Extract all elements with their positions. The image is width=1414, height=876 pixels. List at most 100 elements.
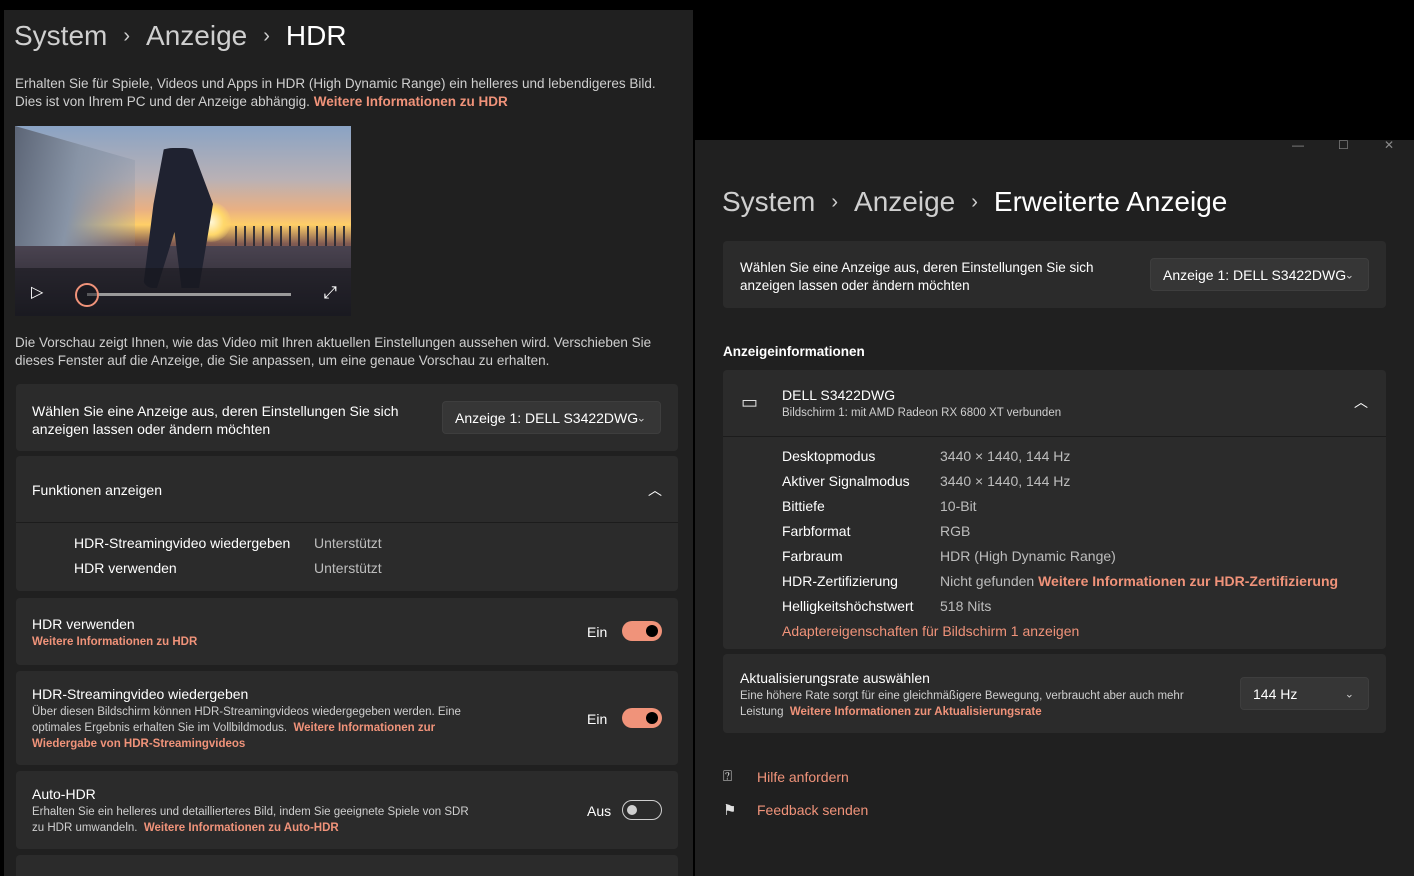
hdr-streaming-card: HDR-Streamingvideo wiedergeben Über dies… (16, 671, 678, 765)
play-icon[interactable]: ▷ (31, 282, 43, 302)
preview-desc-line2: dieses Fenster auf die Anzeige, die Sie … (15, 353, 550, 368)
info-value-text: Nicht gefunden (940, 573, 1035, 589)
info-row: Aktiver Signalmodus (782, 473, 910, 489)
hdr-video-preview: ▷ ⤢ (15, 126, 351, 316)
use-hdr-card: HDR verwenden Weitere Informationen zu H… (16, 598, 678, 665)
info-value-text: HDR (High Dynamic Range) (940, 548, 1116, 564)
minimize-button[interactable]: — (1292, 140, 1304, 152)
streaming-info-link-1[interactable]: Weitere Informationen zur (293, 722, 435, 734)
auto-hdr-title: Auto-HDR (32, 786, 96, 802)
select-display-line1: Wählen Sie eine Anzeige aus, deren Einst… (32, 403, 399, 419)
info-value: 10-Bit (940, 498, 977, 514)
chevron-up-icon[interactable]: ︿ (1354, 392, 1368, 412)
info-row: HDR-Zertifizierung (782, 573, 898, 589)
display-info-heading: Anzeigeinformationen (723, 344, 865, 359)
chevron-down-icon: ⌄ (1344, 688, 1354, 700)
close-button[interactable]: ✕ (1384, 140, 1394, 152)
info-label: Farbraum (782, 548, 843, 564)
streaming-state: Ein (587, 711, 608, 727)
hdr-certification-link[interactable]: Weitere Informationen zur HDR-Zertifizie… (1038, 573, 1338, 589)
breadcrumb-separator: › (263, 24, 270, 47)
chevron-up-icon[interactable]: ︿ (648, 480, 662, 500)
use-hdr-info-link[interactable]: Weitere Informationen zu HDR (32, 636, 197, 648)
streaming-toggle[interactable] (622, 708, 662, 728)
display-dropdown-value: Anzeige 1: DELL S3422DWG (1163, 266, 1347, 283)
use-hdr-title: HDR verwenden (32, 616, 135, 632)
feedback-row[interactable]: ⚑ Feedback senden (723, 801, 868, 819)
divider (16, 522, 678, 523)
chevron-down-icon: ⌄ (1344, 269, 1354, 281)
preview-desc-line1: Die Vorschau zeigt Ihnen, wie das Video … (15, 335, 652, 350)
video-progress-thumb[interactable] (75, 283, 99, 307)
info-value-text: RGB (940, 523, 971, 539)
display-features-card: Funktionen anzeigen ︿ HDR-Streamingvideo… (16, 456, 678, 591)
breadcrumb-system[interactable]: System (722, 186, 815, 218)
info-value-text: 10-Bit (940, 498, 977, 514)
streaming-desc: Über diesen Bildschirm können HDR-Stream… (32, 704, 461, 752)
info-row: Farbraum (782, 548, 843, 564)
info-value: 3440 × 1440, 144 Hz (940, 448, 1070, 464)
hdr-intro: Erhalten Sie für Spiele, Videos und Apps… (15, 75, 656, 111)
info-label: Desktopmodus (782, 448, 876, 464)
feedback-link[interactable]: Feedback senden (757, 802, 868, 818)
info-value: 518 Nits (940, 598, 991, 614)
feature-value: Unterstützt (314, 560, 382, 576)
features-title[interactable]: Funktionen anzeigen (32, 482, 162, 498)
auto-hdr-card: Auto-HDR Erhalten Sie ein helleres und d… (16, 771, 678, 849)
refresh-desc-line1: Eine höhere Rate sorgt für eine gleichmä… (740, 690, 1184, 702)
info-row: Helligkeitshöchstwert (782, 598, 914, 614)
help-icon: ⍰ (723, 768, 733, 785)
display-dropdown[interactable]: Anzeige 1: DELL S3422DWG ⌄ (1150, 258, 1369, 291)
breadcrumb-anzeige[interactable]: Anzeige (146, 20, 247, 52)
select-display-line1: Wählen Sie eine Anzeige aus, deren Einst… (740, 260, 1094, 275)
laptop-icon: ▭ (741, 392, 759, 412)
info-label: Bittiefe (782, 498, 825, 514)
info-label: HDR-Zertifizierung (782, 573, 898, 589)
select-display-card: Wählen Sie eine Anzeige aus, deren Einst… (723, 241, 1386, 308)
use-hdr-toggle[interactable] (622, 621, 662, 641)
info-label: Aktiver Signalmodus (782, 473, 910, 489)
breadcrumb: System › Anzeige › Erweiterte Anzeige (722, 186, 1227, 218)
streaming-info-link-2[interactable]: Wiedergabe von HDR-Streamingvideos (32, 738, 245, 750)
info-value: HDR (High Dynamic Range) (940, 548, 1116, 564)
info-value: RGB (940, 523, 970, 539)
next-setting-card (16, 855, 678, 876)
page-title: Erweiterte Anzeige (993, 186, 1228, 217)
info-value-text: 3440 × 1440, 144 Hz (940, 473, 1071, 489)
refresh-rate-dropdown[interactable]: 144 Hz ⌄ (1240, 677, 1369, 710)
breadcrumb-system[interactable]: System (14, 20, 107, 52)
help-row[interactable]: ⍰ Hilfe anfordern (723, 768, 849, 785)
use-hdr-state: Ein (587, 624, 608, 640)
select-display-line2: anzeigen lassen oder ändern möchten (32, 421, 271, 437)
feature-value-text: Unterstützt (314, 560, 382, 576)
chevron-down-icon: ⌄ (636, 412, 646, 424)
adapter-properties-link[interactable]: Adaptereigenschaften für Bildschirm 1 an… (782, 623, 1079, 639)
info-row: Desktopmodus (782, 448, 875, 464)
advanced-display-window: — ☐ ✕ System › Anzeige › Erweiterte Anze… (695, 140, 1414, 876)
refresh-desc: Eine höhere Rate sorgt für eine gleichmä… (740, 688, 1184, 720)
maximize-button[interactable]: ☐ (1338, 140, 1349, 152)
info-value: 3440 × 1440, 144 Hz (940, 473, 1070, 489)
expand-icon[interactable]: ⤢ (323, 283, 337, 303)
help-link[interactable]: Hilfe anfordern (757, 769, 849, 785)
feature-value-text: Unterstützt (314, 535, 382, 551)
breadcrumb-separator: › (971, 190, 978, 213)
select-display-card: Wählen Sie eine Anzeige aus, deren Einst… (16, 384, 678, 451)
info-value-text: 3440 × 1440, 144 Hz (940, 448, 1071, 464)
select-display-label: Wählen Sie eine Anzeige aus, deren Einst… (740, 259, 1093, 295)
refresh-info-link[interactable]: Weitere Informationen zur Aktualisierung… (790, 706, 1042, 718)
info-value: Nicht gefunden Weitere Informationen zur… (940, 573, 1338, 589)
feature-label: HDR verwenden (74, 560, 177, 576)
refresh-rate-value: 144 Hz (1253, 685, 1298, 702)
auto-hdr-info-link[interactable]: Weitere Informationen zu Auto-HDR (144, 822, 339, 834)
breadcrumb-anzeige[interactable]: Anzeige (854, 186, 955, 218)
hdr-intro-line2: Dies ist von Ihrem PC und der Anzeige ab… (15, 94, 310, 109)
display-dropdown[interactable]: Anzeige 1: DELL S3422DWG ⌄ (442, 401, 661, 434)
toggle-knob (627, 805, 637, 815)
feedback-icon: ⚑ (723, 802, 737, 819)
hdr-info-link[interactable]: Weitere Informationen zu HDR (314, 94, 508, 109)
video-progress-track[interactable] (87, 293, 291, 296)
select-display-label: Wählen Sie eine Anzeige aus, deren Einst… (32, 402, 399, 438)
info-row: Bittiefe (782, 498, 825, 514)
auto-hdr-toggle[interactable] (622, 800, 662, 820)
